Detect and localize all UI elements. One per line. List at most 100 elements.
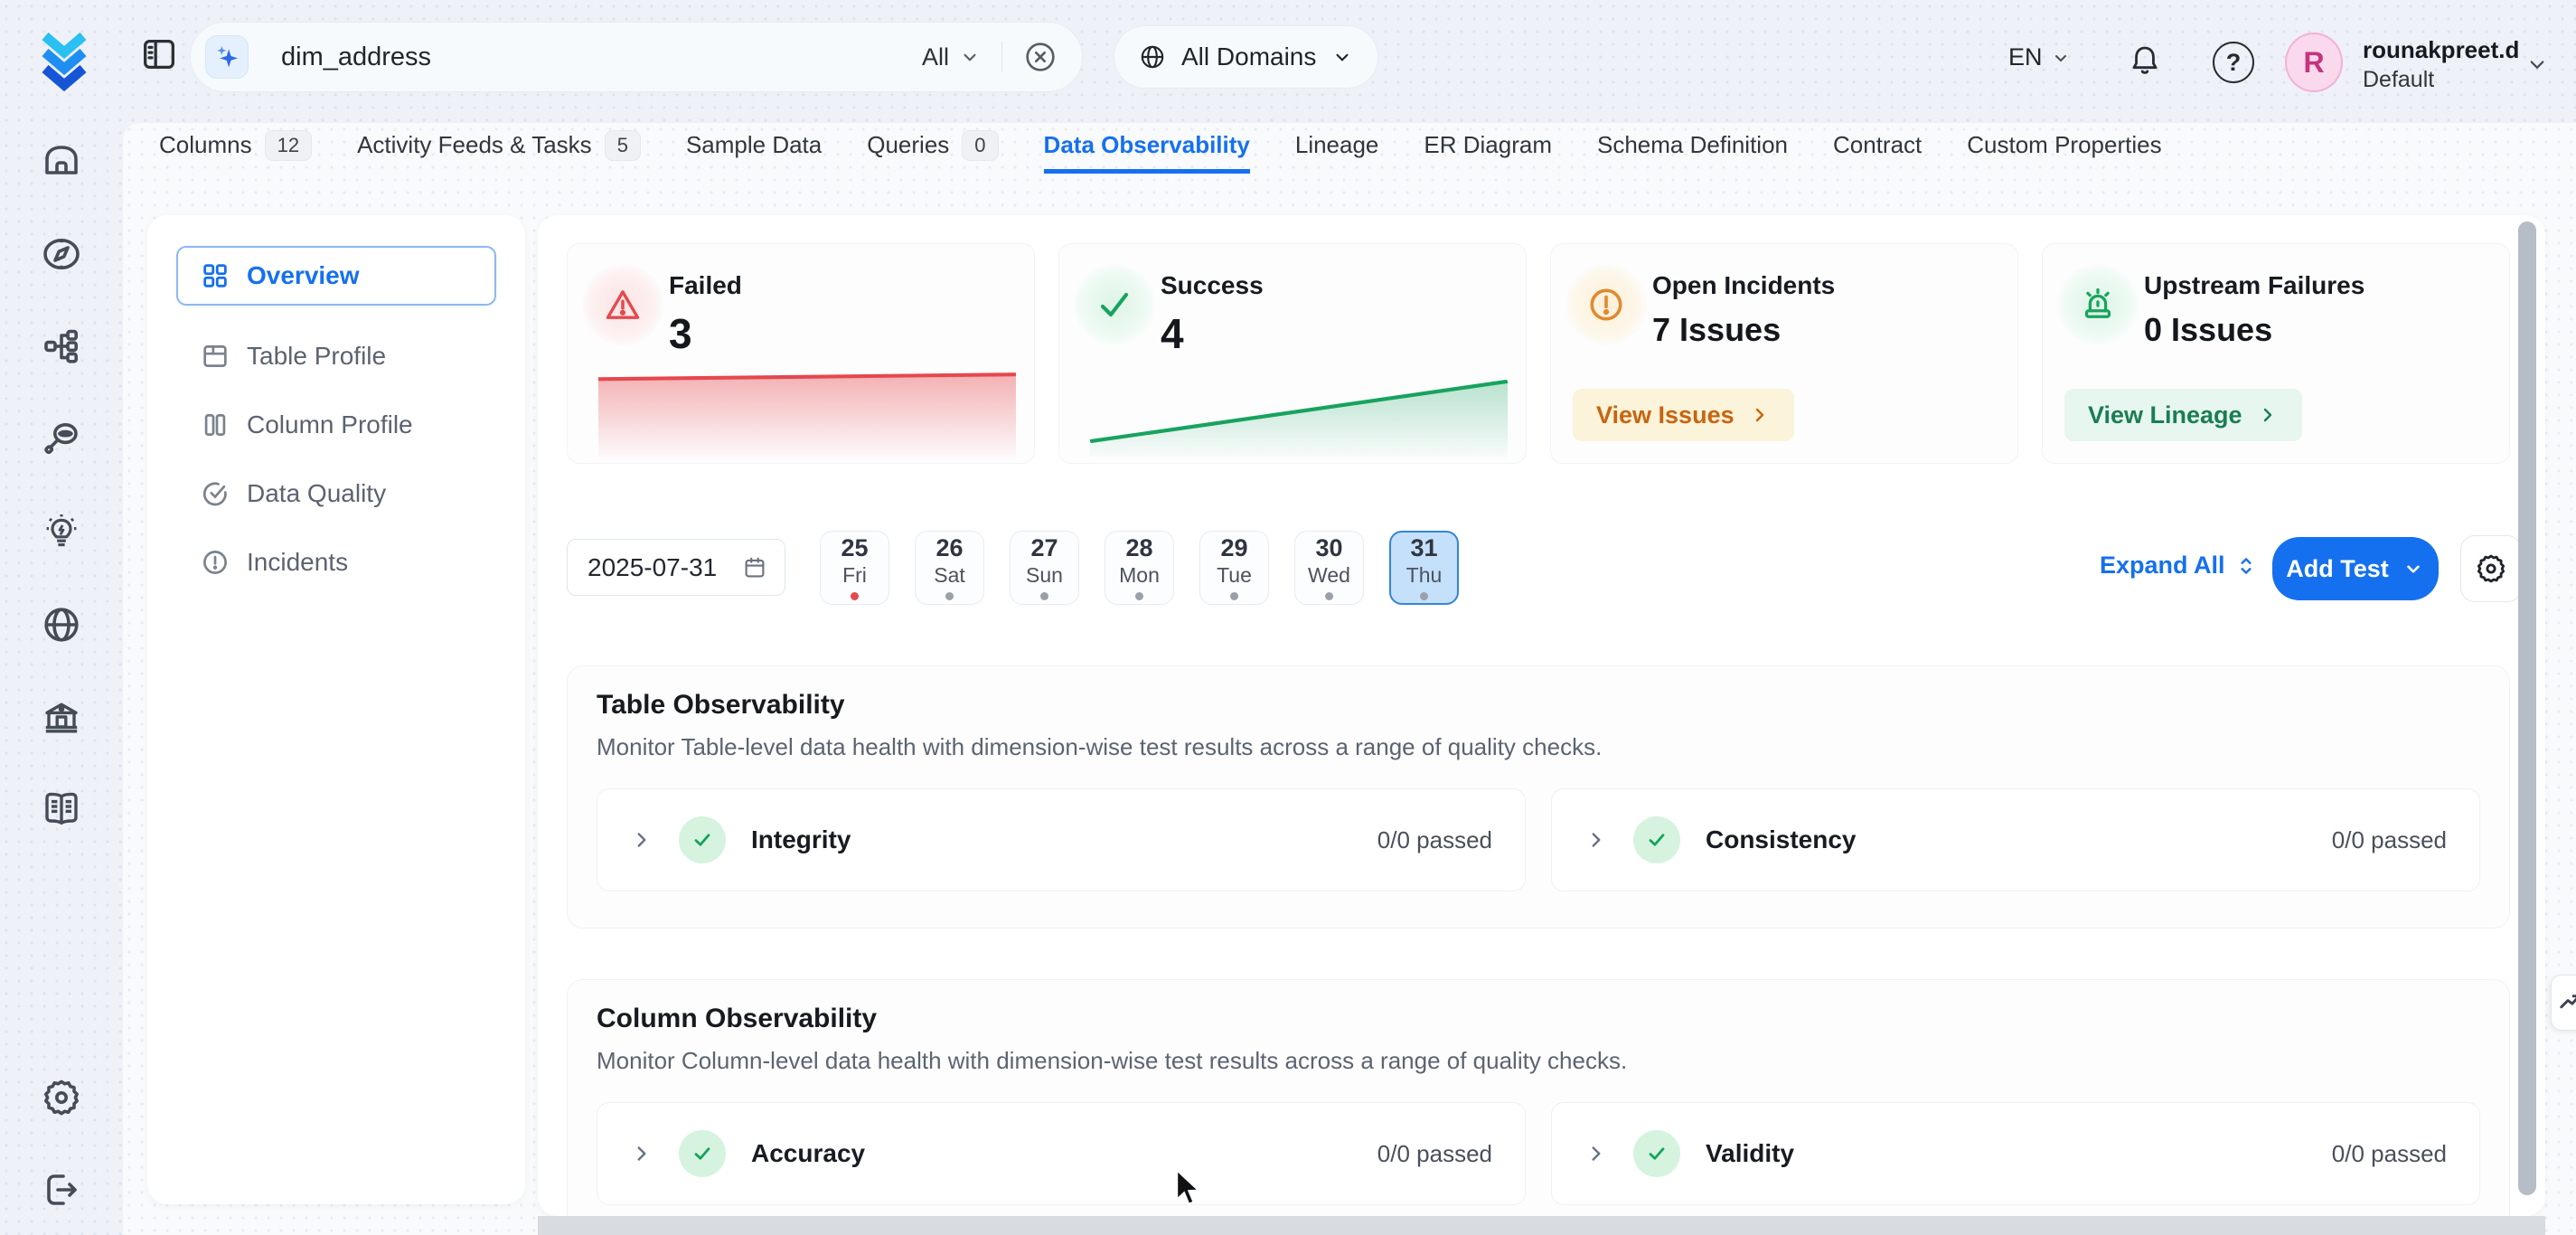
nav-item-data-quality[interactable]: Data Quality bbox=[176, 459, 496, 528]
domains-globe-icon[interactable] bbox=[40, 603, 83, 646]
check-icon bbox=[1074, 264, 1155, 345]
section-title: Table Observability bbox=[597, 690, 2480, 721]
overview-grid-icon bbox=[200, 260, 230, 291]
nav-label: Data Quality bbox=[247, 479, 386, 508]
day-chip-31-selected[interactable]: 31Thu bbox=[1389, 531, 1459, 605]
global-search-bar[interactable]: dim_address All bbox=[190, 22, 1083, 92]
nav-item-table-profile[interactable]: Table Profile bbox=[176, 322, 496, 391]
sidebar-toggle-icon[interactable] bbox=[136, 31, 183, 78]
expand-row-icon[interactable] bbox=[630, 1142, 653, 1165]
failed-trend-sparkline bbox=[598, 365, 1016, 457]
section-title: Column Observability bbox=[597, 1004, 2480, 1034]
day-chip-29[interactable]: 29Tue bbox=[1199, 531, 1269, 605]
nav-label: Column Profile bbox=[247, 410, 413, 439]
dimension-card-validity[interactable]: Validity 0/0 passed bbox=[1551, 1102, 2480, 1205]
chevron-down-icon[interactable] bbox=[2524, 51, 2551, 78]
day-chip-30[interactable]: 30Wed bbox=[1294, 531, 1364, 605]
status-dot bbox=[851, 592, 859, 600]
dimension-result: 0/0 passed bbox=[1377, 826, 1492, 854]
language-selector[interactable]: EN bbox=[2008, 43, 2072, 71]
nav-label: Incidents bbox=[247, 548, 348, 577]
view-issues-button[interactable]: View Issues bbox=[1573, 389, 1794, 441]
user-name: rounakpreet.d bbox=[2363, 36, 2519, 64]
day-chip-27[interactable]: 27Sun bbox=[1010, 531, 1079, 605]
clear-search-icon[interactable] bbox=[1022, 39, 1058, 75]
tab-lineage[interactable]: Lineage bbox=[1295, 123, 1379, 174]
alert-circle-icon bbox=[1565, 264, 1647, 345]
dimension-card-consistency[interactable]: Consistency 0/0 passed bbox=[1551, 788, 2480, 891]
vertical-scrollbar[interactable] bbox=[2518, 222, 2536, 1195]
tab-schema-definition[interactable]: Schema Definition bbox=[1597, 123, 1788, 174]
tab-data-observability[interactable]: Data Observability bbox=[1044, 123, 1250, 174]
expand-all-button[interactable]: Expand All bbox=[2100, 552, 2258, 580]
observability-lens-icon[interactable] bbox=[40, 417, 83, 460]
table-observability-section: Table Observability Monitor Table-level … bbox=[567, 665, 2510, 929]
avatar-initial: R bbox=[2303, 46, 2324, 80]
trend-chart-icon bbox=[2557, 989, 2576, 1016]
logout-icon[interactable] bbox=[40, 1168, 83, 1211]
notifications-bell-icon[interactable] bbox=[2126, 42, 2164, 80]
status-dot bbox=[1040, 592, 1048, 600]
tab-queries[interactable]: Queries0 bbox=[867, 123, 998, 174]
language-label: EN bbox=[2008, 43, 2043, 71]
expand-row-icon[interactable] bbox=[1584, 828, 1608, 852]
home-icon[interactable] bbox=[40, 139, 83, 183]
column-profile-icon bbox=[200, 410, 230, 440]
lineage-network-icon[interactable] bbox=[40, 325, 83, 368]
failed-card[interactable]: Failed 3 bbox=[567, 243, 1035, 464]
data-observability-page: dim_address All All Domains EN bbox=[0, 0, 2576, 1235]
tab-sample-data[interactable]: Sample Data bbox=[686, 123, 822, 174]
dimension-card-accuracy[interactable]: Accuracy 0/0 passed bbox=[597, 1102, 1526, 1205]
ai-sparkles-icon bbox=[205, 35, 249, 79]
upstream-failures-card[interactable]: Upstream Failures 0 Issues View Lineage bbox=[2042, 243, 2510, 464]
incidents-icon bbox=[200, 547, 230, 578]
right-edge-panel-button[interactable] bbox=[2551, 975, 2576, 1031]
domains-selector[interactable]: All Domains bbox=[1114, 25, 1378, 89]
view-lineage-button[interactable]: View Lineage bbox=[2064, 389, 2302, 441]
bottom-scroll-strip[interactable] bbox=[538, 1216, 2545, 1235]
nav-item-overview[interactable]: Overview bbox=[176, 246, 496, 306]
tab-columns[interactable]: Columns12 bbox=[159, 123, 312, 174]
tab-er-diagram[interactable]: ER Diagram bbox=[1424, 123, 1552, 174]
expand-collapse-icon bbox=[2234, 554, 2258, 578]
add-test-button[interactable]: Add Test bbox=[2272, 537, 2439, 600]
search-scope-dropdown[interactable]: All bbox=[922, 43, 982, 71]
govern-bank-icon[interactable] bbox=[40, 696, 83, 740]
expand-row-icon[interactable] bbox=[630, 828, 653, 852]
dimension-card-integrity[interactable]: Integrity 0/0 passed bbox=[597, 788, 1526, 891]
check-circle-icon bbox=[1633, 816, 1680, 863]
user-menu[interactable]: rounakpreet.d Default bbox=[2363, 36, 2519, 93]
settings-gear-icon[interactable] bbox=[40, 1076, 83, 1119]
chevron-down-icon bbox=[2050, 47, 2072, 69]
status-dot bbox=[945, 592, 954, 600]
day-chip-25[interactable]: 25Fri bbox=[820, 531, 889, 605]
tab-activity-feeds[interactable]: Activity Feeds & Tasks5 bbox=[357, 123, 641, 174]
card-value: 4 bbox=[1161, 309, 1264, 358]
tab-custom-properties[interactable]: Custom Properties bbox=[1967, 123, 2161, 174]
nav-item-incidents[interactable]: Incidents bbox=[176, 528, 496, 597]
success-card[interactable]: Success 4 bbox=[1058, 243, 1527, 464]
test-settings-button[interactable] bbox=[2460, 535, 2522, 602]
chevron-right-icon bbox=[1749, 404, 1771, 426]
glossary-book-icon[interactable] bbox=[40, 787, 83, 830]
nav-item-column-profile[interactable]: Column Profile bbox=[176, 391, 496, 459]
search-input[interactable]: dim_address bbox=[281, 42, 431, 72]
tab-badge: 5 bbox=[605, 130, 641, 161]
insights-bulb-icon[interactable] bbox=[40, 511, 83, 554]
app-logo-icon[interactable] bbox=[34, 18, 94, 92]
avatar[interactable]: R bbox=[2285, 33, 2343, 92]
expand-row-icon[interactable] bbox=[1584, 1142, 1608, 1165]
divider bbox=[1001, 42, 1002, 72]
day-chip-26[interactable]: 26Sat bbox=[915, 531, 984, 605]
section-subtitle: Monitor Column-level data health with di… bbox=[597, 1047, 2480, 1075]
explore-compass-icon[interactable] bbox=[40, 232, 83, 276]
check-circle-icon bbox=[679, 816, 726, 863]
day-chip-28[interactable]: 28Mon bbox=[1105, 531, 1174, 605]
help-icon[interactable]: ? bbox=[2213, 42, 2254, 83]
dimension-name: Accuracy bbox=[751, 1139, 865, 1168]
dimension-result: 0/0 passed bbox=[1377, 1140, 1492, 1168]
status-dot bbox=[1420, 592, 1428, 600]
date-picker[interactable]: 2025-07-31 bbox=[567, 539, 785, 596]
tab-contract[interactable]: Contract bbox=[1833, 123, 1922, 174]
open-incidents-card[interactable]: Open Incidents 7 Issues View Issues bbox=[1550, 243, 2018, 464]
